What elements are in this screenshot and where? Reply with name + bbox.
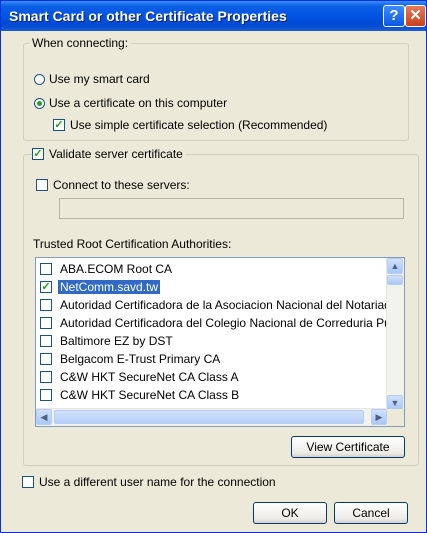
different-user-checkbox[interactable]: Use a different user name for the connec… [22, 475, 276, 489]
use-smart-card-radio[interactable]: Use my smart card [34, 72, 150, 86]
window-title: Smart Card or other Certificate Properti… [9, 8, 287, 24]
cancel-button[interactable]: Cancel [334, 502, 408, 524]
list-item[interactable]: Belgacom E-Trust Primary CA [40, 350, 222, 367]
scroll-up-icon[interactable]: ▲ [387, 258, 403, 274]
help-button[interactable]: ? [383, 5, 405, 27]
list-item[interactable]: ABA.ECOM Root CA [40, 260, 174, 277]
validate-server-checkbox[interactable]: ✓ Validate server certificate [32, 147, 186, 161]
scroll-right-icon[interactable]: ▶ [371, 409, 387, 425]
list-item[interactable]: ✓ NetComm.savd.tw [40, 278, 161, 295]
when-connecting-legend: When connecting: [29, 36, 132, 50]
checkbox-checked-icon: ✓ [40, 280, 52, 293]
list-item[interactable]: Autoridad Certificadora del Colegio Naci… [40, 314, 405, 331]
radio-icon [34, 73, 45, 85]
vertical-scrollbar[interactable]: ▲ ▼ [386, 258, 404, 411]
list-item[interactable]: C&W HKT SecureNet CA Class B [40, 386, 241, 403]
ca-name: Belgacom E-Trust Primary CA [60, 351, 221, 366]
horizontal-scrollbar[interactable]: ◀ ▶ [36, 408, 387, 426]
servers-input[interactable] [59, 198, 404, 219]
properties-dialog: Smart Card or other Certificate Properti… [0, 0, 427, 533]
ca-name: C&W HKT SecureNet CA Class B [60, 387, 240, 402]
use-certificate-radio[interactable]: Use a certificate on this computer [34, 96, 227, 110]
scrollbar-corner [387, 409, 404, 426]
ca-name: NetComm.savd.tw [58, 279, 161, 294]
validate-server-label: Validate server certificate [49, 147, 183, 161]
view-certificate-button[interactable]: View Certificate [291, 436, 405, 458]
ok-button[interactable]: OK [253, 502, 327, 524]
simple-selection-label: Use simple certificate selection (Recomm… [70, 118, 328, 132]
checkbox-icon [22, 476, 34, 488]
different-user-label: Use a different user name for the connec… [39, 475, 276, 489]
scroll-left-icon[interactable]: ◀ [36, 409, 52, 425]
ca-name: Autoridad Certificadora de la Asociacion… [60, 297, 404, 312]
checkbox-icon [40, 298, 52, 311]
list-item[interactable]: Autoridad Certificadora de la Asociacion… [40, 296, 404, 313]
connect-servers-checkbox[interactable]: Connect to these servers: [36, 178, 190, 192]
trusted-ca-list[interactable]: ABA.ECOM Root CA ✓ NetComm.savd.tw Autor… [35, 257, 405, 427]
connect-servers-label: Connect to these servers: [53, 178, 190, 192]
title-bar[interactable]: Smart Card or other Certificate Properti… [1, 1, 426, 31]
list-item[interactable]: Baltimore EZ by DST [40, 332, 175, 349]
use-certificate-label: Use a certificate on this computer [49, 96, 228, 110]
checkbox-checked-icon: ✓ [32, 148, 44, 160]
horizontal-scroll-thumb[interactable] [54, 410, 364, 424]
checkbox-icon [40, 316, 52, 329]
use-smart-card-label: Use my smart card [49, 72, 150, 86]
checkbox-icon [40, 262, 52, 275]
trusted-root-label: Trusted Root Certification Authorities: [33, 237, 232, 251]
ca-name: Autoridad Certificadora del Colegio Naci… [60, 315, 405, 330]
checkbox-checked-icon: ✓ [53, 119, 65, 131]
checkbox-icon [36, 179, 48, 191]
list-item[interactable]: C&W HKT SecureNet CA Class A [40, 368, 241, 385]
checkbox-icon [40, 370, 52, 383]
checkbox-icon [40, 388, 52, 401]
checkbox-icon [40, 334, 52, 347]
ca-name: Baltimore EZ by DST [60, 333, 173, 348]
ca-name: ABA.ECOM Root CA [60, 261, 173, 276]
close-button[interactable]: ✕ [405, 5, 426, 27]
checkbox-icon [40, 352, 52, 365]
simple-selection-checkbox[interactable]: ✓ Use simple certificate selection (Reco… [53, 118, 327, 132]
scroll-thumb[interactable] [387, 275, 403, 285]
radio-selected-icon [34, 97, 45, 109]
ca-name: C&W HKT SecureNet CA Class A [60, 369, 239, 384]
